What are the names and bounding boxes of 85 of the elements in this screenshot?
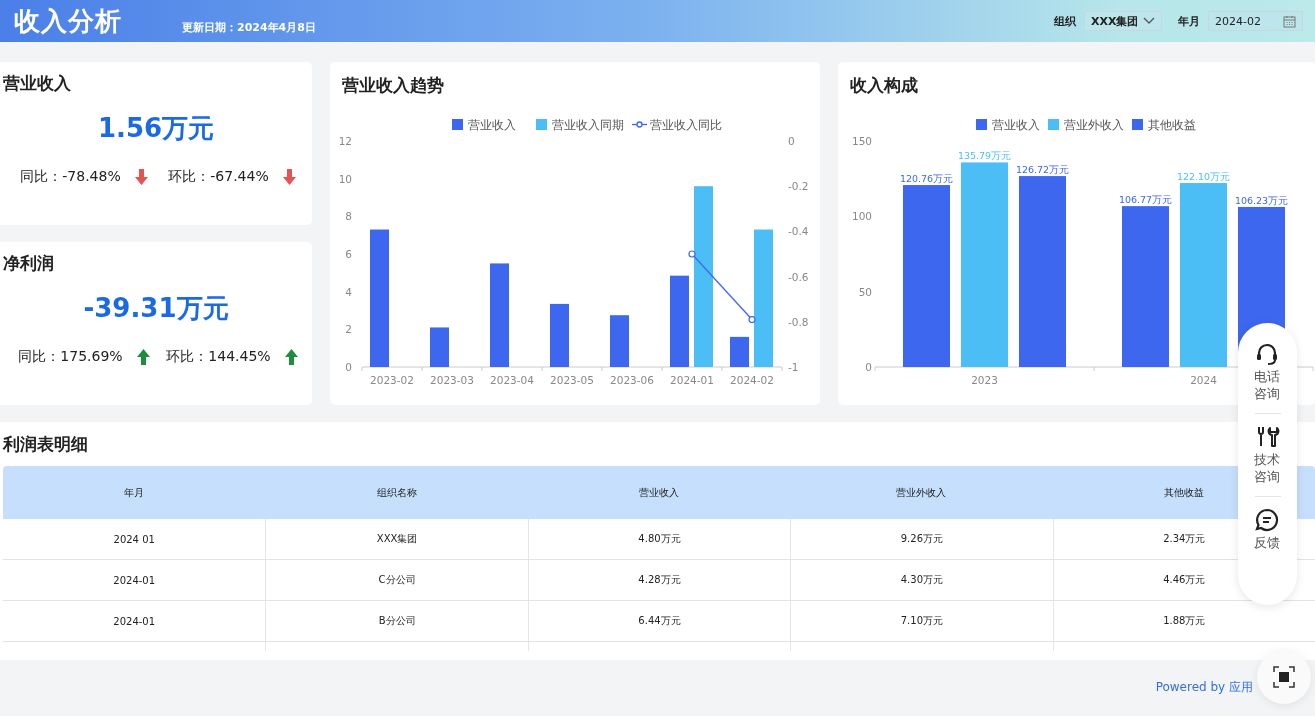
column-header: 营业外收入 xyxy=(896,485,947,500)
table-cell: 4.46万元 xyxy=(1163,573,1206,587)
axis-label: 150 xyxy=(851,135,872,147)
legend-label: 其他收益 xyxy=(1148,118,1196,132)
legend-label: 营业收入同期 xyxy=(552,118,624,132)
axis-label: -0.6 xyxy=(788,270,809,283)
table-cell: 6.44万元 xyxy=(638,614,681,628)
card-title: 营业收入趋势 xyxy=(341,74,444,97)
axis-label: 10 xyxy=(338,172,352,185)
help-menu-item[interactable]: 反馈 xyxy=(1253,506,1282,552)
axis-label: 0 xyxy=(345,361,352,373)
axis-label: 12 xyxy=(338,135,352,147)
axis-label: 8 xyxy=(345,210,352,223)
axis-label: 2023-02 xyxy=(370,374,414,386)
metric-text: 环比：144.45% xyxy=(166,348,271,366)
kpi-value: -39.31万元 xyxy=(83,292,229,325)
legend-item[interactable]: 营业收入同期 xyxy=(536,118,624,132)
value-label: 106.23万元 xyxy=(1234,194,1289,206)
month-picker[interactable]: 2024-02 xyxy=(1208,11,1303,31)
kpi-value: 1.56万元 xyxy=(97,112,215,145)
metric-text: 同比：175.69% xyxy=(18,348,123,366)
metric-text: 同比：-78.48% xyxy=(20,168,121,186)
axis-label: 2023 xyxy=(971,374,998,386)
table-cell: 4.30万元 xyxy=(900,573,943,587)
org-select[interactable]: XXX集团 xyxy=(1084,11,1162,31)
axis-label: 50 xyxy=(858,285,872,298)
card-title: 净利润 xyxy=(2,252,54,275)
column-header: 组织名称 xyxy=(376,485,417,500)
table-cell: 2024-01 xyxy=(113,615,156,627)
column-header: 营业收入 xyxy=(639,485,679,500)
value-label: 106.77万元 xyxy=(1118,194,1173,206)
axis-label: 2023-05 xyxy=(550,374,594,386)
legend-label: 营业收入 xyxy=(468,118,516,132)
axis-label: 0 xyxy=(865,361,872,373)
axis-label: -0.4 xyxy=(788,225,809,238)
axis-label: 2 xyxy=(345,323,352,336)
table-cell: 2024-01 xyxy=(113,574,156,586)
table-cell: 7.10万元 xyxy=(900,614,943,628)
help-menu-item[interactable]: 技术咨询 xyxy=(1253,423,1282,486)
table-cell: 2.34万元 xyxy=(1163,532,1206,546)
metric-text: 环比：-67.44% xyxy=(168,168,269,186)
legend-item[interactable]: 营业收入 xyxy=(452,118,516,132)
column-header: 年月 xyxy=(124,485,145,500)
axis-label: 2024-01 xyxy=(670,374,714,386)
column-header: 其他收益 xyxy=(1163,485,1204,500)
axis-label: 2023-04 xyxy=(490,374,534,386)
axis-label: 100 xyxy=(851,210,872,223)
axis-label: -0.2 xyxy=(788,180,809,193)
powered-by-link[interactable]: Powered by 应用 xyxy=(1155,679,1253,696)
legend-item[interactable]: 营业收入 xyxy=(976,118,1040,132)
update-date: 更新日期：2024年4月8日 xyxy=(182,19,316,35)
filter-label: 年月 xyxy=(1178,13,1200,29)
legend-item[interactable]: 营业收入同比 xyxy=(631,118,722,132)
value-label: 135.79万元 xyxy=(957,150,1012,162)
help-menu-item[interactable]: 电话咨询 xyxy=(1253,341,1282,403)
table-cell: 4.28万元 xyxy=(638,573,681,587)
value-label: 122.10万元 xyxy=(1176,171,1231,183)
table-cell: 4.80万元 xyxy=(638,532,681,546)
legend-item[interactable]: 其他收益 xyxy=(1132,118,1196,132)
table-cell: 2024 01 xyxy=(113,533,155,545)
card-title: 营业收入 xyxy=(2,72,71,95)
legend-item[interactable]: 营业外收入 xyxy=(1048,118,1124,132)
table-cell: C分公司 xyxy=(378,573,416,587)
axis-label: -1 xyxy=(788,361,799,373)
legend-label: 营业收入 xyxy=(992,118,1040,132)
table-cell: 1.88万元 xyxy=(1163,614,1206,628)
table-cell: 9.26万元 xyxy=(900,532,943,546)
value-label: 126.72万元 xyxy=(1015,164,1070,176)
axis-label: 6 xyxy=(345,248,352,260)
axis-label: -0.8 xyxy=(788,315,809,328)
filter-label: 组织 xyxy=(1054,13,1076,29)
axis-label: 2024-02 xyxy=(730,374,774,386)
page-title: 收入分析 xyxy=(14,4,122,38)
axis-label: 0 xyxy=(788,135,795,147)
section-title: 利润表明细 xyxy=(1,433,88,456)
axis-label: 2023-06 xyxy=(610,374,654,386)
axis-label: 4 xyxy=(345,285,352,298)
table-cell: XXX集团 xyxy=(376,532,418,546)
table-cell: B分公司 xyxy=(378,614,416,628)
axis-label: 2024 xyxy=(1190,374,1217,386)
value-label: 120.76万元 xyxy=(899,173,954,185)
legend-label: 营业外收入 xyxy=(1064,118,1124,132)
legend-label: 营业收入同比 xyxy=(650,118,722,132)
card-title: 收入构成 xyxy=(849,74,918,97)
axis-label: 2023-03 xyxy=(430,374,474,386)
